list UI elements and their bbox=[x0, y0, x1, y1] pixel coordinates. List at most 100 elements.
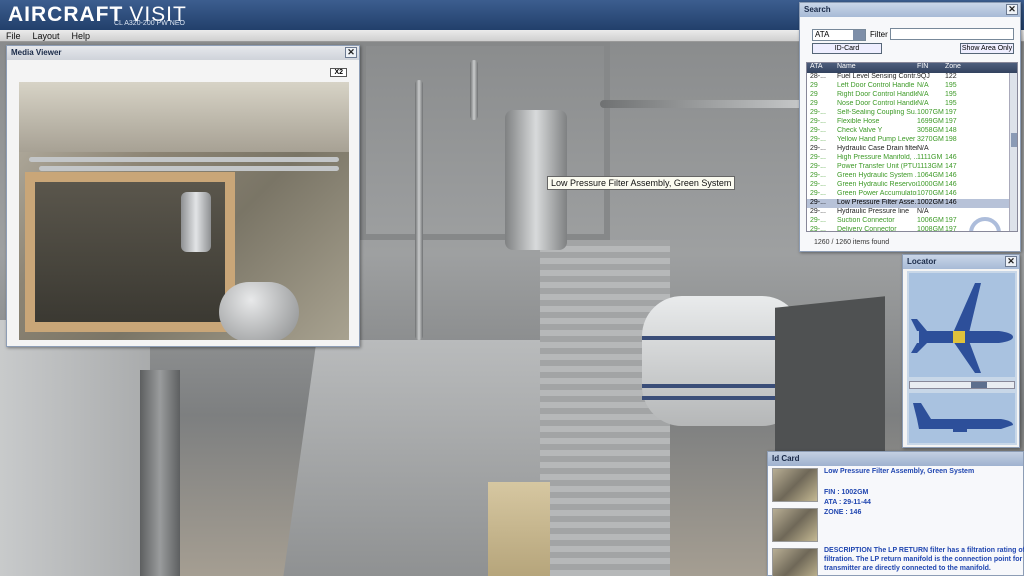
table-row[interactable]: 29-... Power Transfer Unit (PTU... 1113GM 1… bbox=[807, 163, 1017, 172]
row-zone: 148 bbox=[945, 127, 957, 134]
scene-pillar bbox=[140, 370, 180, 576]
row-zone: 122 bbox=[945, 73, 957, 80]
row-fin: 1113GM bbox=[917, 163, 943, 170]
row-fin: 1070GM bbox=[917, 190, 944, 197]
row-ata: 29-... bbox=[810, 208, 826, 215]
id-card-description: DESCRIPTION The LP RETURN filter has a f… bbox=[824, 546, 1024, 573]
ata-dropdown[interactable]: ATA bbox=[812, 29, 866, 41]
table-row[interactable]: 29-... Green Hydraulic System ... 1064GM 14… bbox=[807, 172, 1017, 181]
row-fin: 1000GM bbox=[917, 181, 944, 188]
search-titlebar[interactable]: Search ✕ bbox=[800, 3, 1020, 17]
locator-slider[interactable] bbox=[909, 381, 1015, 389]
row-ata: 29 bbox=[810, 91, 818, 98]
locator-body bbox=[907, 271, 1017, 445]
scene-frame bbox=[360, 40, 610, 240]
search-close-button[interactable]: ✕ bbox=[1006, 4, 1018, 15]
id-card-thumbnail[interactable] bbox=[772, 548, 818, 576]
scene-tooltip: Low Pressure Filter Assembly, Green Syst… bbox=[547, 176, 736, 190]
table-row[interactable]: 28-... Fuel Level Sensing Contr... 9QJ 122 bbox=[807, 73, 1017, 82]
locator-top-view[interactable] bbox=[909, 273, 1015, 377]
row-ata: 29-... bbox=[810, 163, 826, 170]
table-row[interactable]: 29-... Check Valve Y 3058GM 148 bbox=[807, 127, 1017, 136]
table-row[interactable]: 29 Left Door Control Handle N/A 195 bbox=[807, 82, 1017, 91]
row-zone bbox=[945, 145, 975, 154]
results-table: ATA Name FIN Zone 28-... Fuel Level Sensi… bbox=[806, 62, 1018, 232]
row-zone: 146 bbox=[945, 181, 957, 188]
id-card-thumbnail[interactable] bbox=[772, 508, 818, 542]
media-viewer-window: Media Viewer ✕ X2 bbox=[6, 45, 360, 347]
photo-pipe bbox=[39, 166, 339, 171]
table-row[interactable]: 29-... Yellow Hand Pump Lever 3270GM 198 bbox=[807, 136, 1017, 145]
row-fin: 3270GM bbox=[917, 136, 944, 143]
id-card-titlebar[interactable]: Id Card bbox=[768, 452, 1023, 466]
locator-title: Locator bbox=[907, 257, 937, 266]
row-name: Suction Connector bbox=[837, 217, 895, 224]
locator-side-view[interactable] bbox=[909, 393, 1015, 443]
table-row[interactable]: 29-... Green Hydraulic Reservoir 1000GM 146 bbox=[807, 181, 1017, 190]
table-row[interactable]: 29-... Self-Sealing Coupling Su... 1007GM 1… bbox=[807, 109, 1017, 118]
table-row[interactable]: 29 Nose Door Control Handle N/A 195 bbox=[807, 100, 1017, 109]
id-card-fin: FIN : 1002GM bbox=[824, 489, 869, 496]
row-name: Hydraulic Case Drain filter bbox=[837, 145, 917, 152]
locator-close-button[interactable]: ✕ bbox=[1005, 256, 1017, 267]
column-header-name[interactable]: Name bbox=[837, 63, 917, 73]
table-rows: 28-... Fuel Level Sensing Contr... 9QJ 122 2… bbox=[807, 73, 1017, 231]
id-card-thumbnail[interactable] bbox=[772, 468, 818, 502]
row-name: Right Door Control Handle bbox=[837, 91, 917, 98]
row-ata: 29-... bbox=[810, 109, 826, 116]
photo-ceiling bbox=[19, 82, 349, 152]
row-ata: 29 bbox=[810, 100, 818, 107]
photo-accumulator bbox=[219, 282, 299, 340]
locator-titlebar[interactable]: Locator ✕ bbox=[903, 255, 1019, 269]
row-zone: 197 bbox=[945, 109, 957, 116]
menu-layout[interactable]: Layout bbox=[27, 30, 66, 41]
row-zone: 198 bbox=[945, 136, 957, 143]
id-card-desc-line: filtration. The LP return manifold is th… bbox=[824, 556, 1024, 563]
scrollbar-thumb[interactable] bbox=[1011, 133, 1017, 147]
show-area-only-button[interactable]: Show Area Only bbox=[960, 43, 1014, 54]
table-row[interactable]: 29 Right Door Control Handle N/A 195 bbox=[807, 91, 1017, 100]
row-ata: 29-... bbox=[810, 136, 826, 143]
zoom-x2-button[interactable]: X2 bbox=[330, 68, 347, 77]
filter-input[interactable] bbox=[890, 28, 1014, 40]
table-row[interactable]: 29-... High Pressure Manifold, ... 1111GM 1… bbox=[807, 154, 1017, 163]
table-row[interactable]: 29-... Low Pressure Filter Asse... 1002GM 1… bbox=[807, 199, 1017, 208]
table-row[interactable]: 29-... Hydraulic Case Drain filter N/A bbox=[807, 145, 1017, 154]
table-scrollbar[interactable] bbox=[1009, 73, 1017, 231]
column-header-zone[interactable]: Zone bbox=[945, 63, 975, 73]
row-name: Green Hydraulic System ... bbox=[837, 172, 917, 179]
results-count: 1260 / 1260 items found bbox=[814, 239, 890, 246]
filter-label: Filter : bbox=[870, 30, 893, 39]
row-name: Check Valve Y bbox=[837, 127, 883, 134]
media-viewer-titlebar[interactable]: Media Viewer ✕ bbox=[7, 46, 359, 60]
row-zone: 197 bbox=[945, 118, 957, 125]
row-fin: 1002GM bbox=[917, 199, 944, 206]
media-viewer-title: Media Viewer bbox=[11, 48, 62, 57]
row-fin: N/A bbox=[917, 208, 929, 215]
row-name: Hydraulic Pressure line bbox=[837, 208, 909, 215]
locator-slider-knob[interactable] bbox=[971, 382, 987, 388]
id-card-zone: ZONE : 146 bbox=[824, 509, 862, 516]
table-row[interactable]: 29-... Flexible Hose 1699GM 197 bbox=[807, 118, 1017, 127]
row-ata: 29-... bbox=[810, 127, 826, 134]
menu-help[interactable]: Help bbox=[66, 30, 97, 41]
id-card-desc-line: DESCRIPTION The LP RETURN filter has a f… bbox=[824, 547, 1024, 554]
row-name: Nose Door Control Handle bbox=[837, 100, 917, 107]
search-body: ATA Filter : ID-Card Show Area Only ATA … bbox=[800, 17, 1020, 251]
column-header-ata[interactable]: ATA bbox=[807, 63, 837, 73]
table-row[interactable]: 29-... Green Power Accumulator 1070GM 146 bbox=[807, 190, 1017, 199]
column-header-fin[interactable]: FIN bbox=[917, 63, 945, 73]
row-ata: 29-... bbox=[810, 154, 826, 161]
row-ata: 29-... bbox=[810, 199, 826, 206]
menu-file[interactable]: File bbox=[0, 30, 27, 41]
row-fin: N/A bbox=[917, 91, 929, 98]
app-title-bold: AIRCRAFT bbox=[8, 3, 124, 26]
media-viewer-close-button[interactable]: ✕ bbox=[345, 47, 357, 58]
id-card-fields: FIN : 1002GM ATA : 29-11-44 ZONE : 146 bbox=[824, 488, 871, 518]
row-name: Flexible Hose bbox=[837, 118, 880, 125]
row-zone: 146 bbox=[945, 199, 957, 206]
row-fin: N/A bbox=[917, 82, 929, 89]
row-fin: 1007GM bbox=[917, 109, 944, 116]
id-card-button[interactable]: ID-Card bbox=[812, 43, 882, 54]
aircraft-top-view-icon bbox=[911, 283, 1013, 373]
